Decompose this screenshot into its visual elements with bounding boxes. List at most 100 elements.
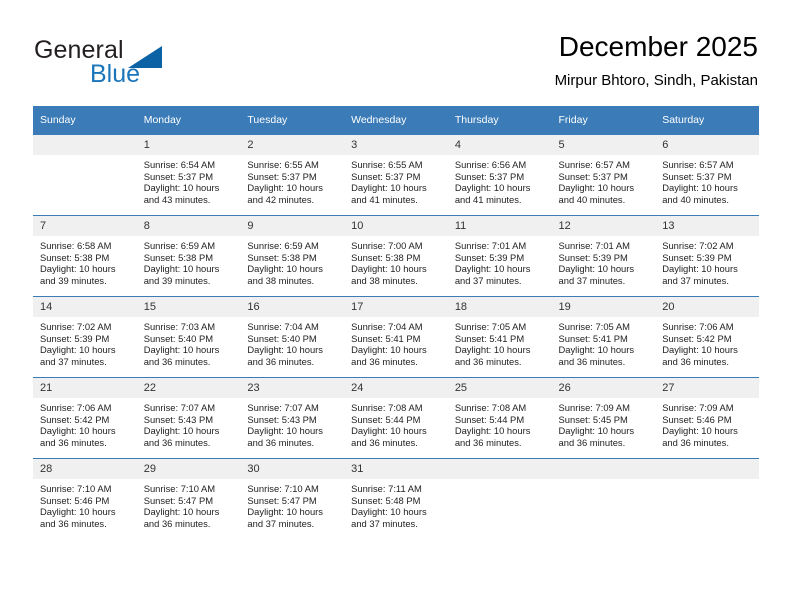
page-subtitle: Mirpur Bhtoro, Sindh, Pakistan bbox=[554, 72, 758, 89]
daylight-text-line2: and 37 minutes. bbox=[40, 355, 107, 367]
day-number bbox=[33, 135, 137, 155]
day-number: 12 bbox=[551, 216, 656, 236]
sunrise-text: Sunrise: 7:01 AM bbox=[454, 240, 527, 251]
daylight-text-line1: Daylight: 10 hours bbox=[351, 182, 427, 194]
calendar-day-cell[interactable]: 12 Sunrise: 7:01 AM Sunset: 5:39 PM Dayligh… bbox=[551, 215, 656, 297]
calendar-day-cell[interactable]: 19 Sunrise: 7:05 AM Sunset: 5:41 PM Dayligh… bbox=[551, 296, 656, 378]
calendar-day-cell[interactable]: 22 Sunrise: 7:07 AM Sunset: 5:43 PM Dayligh… bbox=[136, 377, 241, 459]
sunset-text: Sunset: 5:39 PM bbox=[454, 251, 525, 263]
calendar-day-cell[interactable]: 9 Sunrise: 6:59 AM Sunset: 5:38 PM Daylight… bbox=[240, 215, 345, 297]
weekday-header-sunday: Sunday bbox=[33, 106, 137, 135]
sunset-text: Sunset: 5:46 PM bbox=[40, 494, 110, 506]
calendar-day-cell[interactable]: 15 Sunrise: 7:03 AM Sunset: 5:40 PM Dayligh… bbox=[136, 296, 241, 378]
sunrise-text: Sunrise: 7:10 AM bbox=[247, 483, 319, 494]
day-number: 11 bbox=[447, 216, 552, 236]
sunset-text: Sunset: 5:37 PM bbox=[558, 170, 628, 182]
sunset-text: Sunset: 5:47 PM bbox=[143, 494, 214, 506]
calendar-day-cell[interactable]: 23 Sunrise: 7:07 AM Sunset: 5:43 PM Dayligh… bbox=[240, 377, 345, 459]
calendar-day-cell[interactable]: 28 Sunrise: 7:10 AM Sunset: 5:46 PM Dayligh… bbox=[33, 458, 137, 539]
sunrise-text: Sunrise: 7:08 AM bbox=[454, 402, 527, 413]
calendar-day-cell[interactable]: 27 Sunrise: 7:09 AM Sunset: 5:46 PM Dayligh… bbox=[655, 377, 759, 459]
calendar-day-cell[interactable]: 21 Sunrise: 7:06 AM Sunset: 5:42 PM Dayligh… bbox=[33, 377, 137, 459]
daylight-text-line2: and 37 minutes. bbox=[351, 517, 418, 529]
calendar-day-cell[interactable]: 8 Sunrise: 6:59 AM Sunset: 5:38 PM Daylight… bbox=[136, 215, 241, 297]
calendar-day-cell[interactable]: 24 Sunrise: 7:08 AM Sunset: 5:44 PM Dayligh… bbox=[344, 377, 448, 459]
calendar-day-cell[interactable]: 20 Sunrise: 7:06 AM Sunset: 5:42 PM Dayligh… bbox=[655, 296, 759, 378]
day-number: 19 bbox=[551, 297, 656, 317]
calendar-day-cell[interactable]: 4 Sunrise: 6:56 AM Sunset: 5:37 PM Daylight… bbox=[447, 134, 552, 216]
daylight-text-line1: Daylight: 10 hours bbox=[454, 263, 531, 275]
sunrise-text: Sunrise: 7:09 AM bbox=[662, 402, 734, 413]
day-details: Sunrise: 7:03 AM Sunset: 5:40 PM Daylight:… bbox=[137, 317, 241, 367]
calendar-day-cell[interactable]: 26 Sunrise: 7:09 AM Sunset: 5:45 PM Dayligh… bbox=[551, 377, 656, 459]
calendar-day-cell[interactable]: 10 Sunrise: 7:00 AM Sunset: 5:38 PM Dayligh… bbox=[344, 215, 448, 297]
sunset-text: Sunset: 5:48 PM bbox=[351, 494, 421, 506]
daylight-text-line1: Daylight: 10 hours bbox=[558, 344, 635, 356]
sunset-text: Sunset: 5:38 PM bbox=[143, 251, 214, 263]
calendar-day-cell[interactable]: 2 Sunrise: 6:55 AM Sunset: 5:37 PM Daylight… bbox=[240, 134, 345, 216]
calendar-day-cell[interactable]: 13 Sunrise: 7:02 AM Sunset: 5:39 PM Dayligh… bbox=[655, 215, 759, 297]
day-number: 8 bbox=[136, 216, 241, 236]
daylight-text-line1: Daylight: 10 hours bbox=[558, 182, 635, 194]
calendar-week-row: 1 Sunrise: 6:54 AM Sunset: 5:37 PM Daylight… bbox=[33, 134, 759, 216]
day-number: 22 bbox=[136, 378, 241, 398]
sunrise-text: Sunrise: 6:59 AM bbox=[143, 240, 216, 251]
weekday-header-tuesday: Tuesday bbox=[240, 106, 345, 135]
day-details: Sunrise: 6:54 AM Sunset: 5:37 PM Daylight:… bbox=[137, 155, 241, 205]
daylight-text-line2: and 36 minutes. bbox=[247, 436, 315, 448]
calendar-day-cell-empty bbox=[655, 458, 759, 539]
daylight-text-line1: Daylight: 10 hours bbox=[247, 344, 323, 356]
day-details: Sunrise: 7:09 AM Sunset: 5:45 PM Daylight:… bbox=[552, 398, 656, 448]
daylight-text-line2: and 36 minutes. bbox=[40, 436, 107, 448]
day-number: 1 bbox=[136, 135, 241, 155]
sunrise-text: Sunrise: 7:01 AM bbox=[558, 240, 630, 251]
daylight-text-line2: and 36 minutes. bbox=[662, 436, 729, 448]
day-number: 9 bbox=[240, 216, 345, 236]
sunset-text: Sunset: 5:40 PM bbox=[143, 332, 214, 344]
daylight-text-line2: and 36 minutes. bbox=[143, 355, 211, 367]
calendar-day-cell[interactable]: 29 Sunrise: 7:10 AM Sunset: 5:47 PM Dayligh… bbox=[136, 458, 241, 539]
general-blue-logo[interactable]: General Blue bbox=[34, 36, 234, 92]
calendar-day-cell[interactable]: 25 Sunrise: 7:08 AM Sunset: 5:44 PM Dayligh… bbox=[447, 377, 552, 459]
day-details: Sunrise: 6:55 AM Sunset: 5:37 PM Daylight:… bbox=[344, 155, 448, 205]
daylight-text-line2: and 36 minutes. bbox=[351, 436, 418, 448]
sunrise-text: Sunrise: 7:05 AM bbox=[454, 321, 527, 332]
daylight-text-line2: and 39 minutes. bbox=[143, 274, 211, 286]
day-number: 7 bbox=[33, 216, 137, 236]
calendar-day-cell[interactable]: 7 Sunrise: 6:58 AM Sunset: 5:38 PM Daylight… bbox=[33, 215, 137, 297]
daylight-text-line1: Daylight: 10 hours bbox=[143, 506, 220, 518]
calendar-page: General Blue December 2025 Mirpur Bhtoro… bbox=[0, 0, 792, 612]
calendar-day-cell[interactable]: 30 Sunrise: 7:10 AM Sunset: 5:47 PM Dayligh… bbox=[240, 458, 345, 539]
daylight-text-line2: and 36 minutes. bbox=[558, 436, 626, 448]
calendar-day-cell[interactable]: 16 Sunrise: 7:04 AM Sunset: 5:40 PM Dayligh… bbox=[240, 296, 345, 378]
calendar-week-row: 7 Sunrise: 6:58 AM Sunset: 5:38 PM Daylight… bbox=[33, 215, 759, 297]
day-number: 18 bbox=[447, 297, 552, 317]
sunrise-text: Sunrise: 7:09 AM bbox=[558, 402, 630, 413]
calendar-day-cell[interactable]: 31 Sunrise: 7:11 AM Sunset: 5:48 PM Dayligh… bbox=[344, 458, 448, 539]
daylight-text-line2: and 36 minutes. bbox=[662, 355, 729, 367]
daylight-text-line1: Daylight: 10 hours bbox=[662, 344, 738, 356]
sunset-text: Sunset: 5:44 PM bbox=[351, 413, 421, 425]
day-details: Sunrise: 6:59 AM Sunset: 5:38 PM Daylight:… bbox=[240, 236, 344, 286]
page-title: December 2025 bbox=[558, 31, 758, 62]
calendar-day-cell[interactable]: 6 Sunrise: 6:57 AM Sunset: 5:37 PM Daylight… bbox=[655, 134, 759, 216]
calendar-day-cell[interactable]: 17 Sunrise: 7:04 AM Sunset: 5:41 PM Dayligh… bbox=[344, 296, 448, 378]
day-number: 10 bbox=[344, 216, 448, 236]
day-details: Sunrise: 7:10 AM Sunset: 5:47 PM Daylight:… bbox=[137, 479, 241, 529]
calendar-day-cell[interactable]: 3 Sunrise: 6:55 AM Sunset: 5:37 PM Daylight… bbox=[344, 134, 448, 216]
sunset-text: Sunset: 5:44 PM bbox=[454, 413, 525, 425]
day-details: Sunrise: 7:09 AM Sunset: 5:46 PM Daylight:… bbox=[655, 398, 759, 448]
calendar-day-cell[interactable]: 5 Sunrise: 6:57 AM Sunset: 5:37 PM Daylight… bbox=[551, 134, 656, 216]
calendar-day-cell[interactable]: 14 Sunrise: 7:02 AM Sunset: 5:39 PM Dayligh… bbox=[33, 296, 137, 378]
daylight-text-line2: and 43 minutes. bbox=[143, 193, 211, 205]
sunset-text: Sunset: 5:37 PM bbox=[247, 170, 317, 182]
calendar-day-cell[interactable]: 18 Sunrise: 7:05 AM Sunset: 5:41 PM Dayligh… bbox=[447, 296, 552, 378]
calendar-day-cell[interactable]: 11 Sunrise: 7:01 AM Sunset: 5:39 PM Dayligh… bbox=[447, 215, 552, 297]
sunrise-text: Sunrise: 7:07 AM bbox=[143, 402, 216, 413]
daylight-text-line1: Daylight: 10 hours bbox=[247, 263, 323, 275]
calendar-day-cell[interactable]: 1 Sunrise: 6:54 AM Sunset: 5:37 PM Daylight… bbox=[136, 134, 241, 216]
calendar-day-cell-empty bbox=[447, 458, 552, 539]
sunset-text: Sunset: 5:39 PM bbox=[662, 251, 732, 263]
sunset-text: Sunset: 5:43 PM bbox=[143, 413, 214, 425]
day-details: Sunrise: 7:08 AM Sunset: 5:44 PM Daylight:… bbox=[344, 398, 448, 448]
